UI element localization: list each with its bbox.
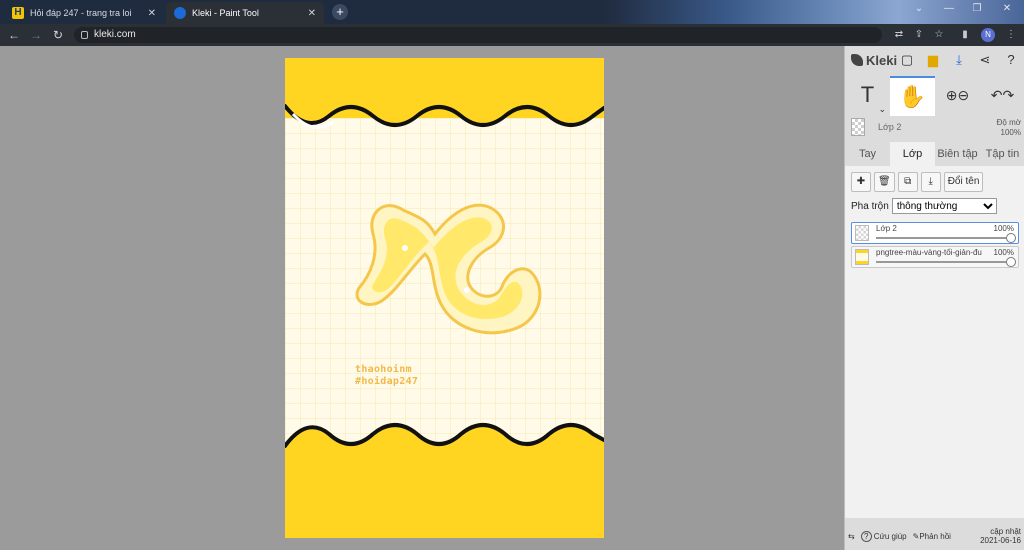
menu-dots-icon[interactable]: ⋮ bbox=[1004, 28, 1018, 42]
slider-knob[interactable] bbox=[1006, 257, 1016, 267]
drawing-workspace[interactable]: thaohoinm #hoidap247 bbox=[0, 46, 844, 550]
layer-item[interactable]: pngtree-màu-vàng-tối-giản-đu 100% bbox=[851, 246, 1019, 268]
close-tab-icon[interactable]: ✕ bbox=[148, 8, 156, 19]
browser-tab-bar: H Hỏi đáp 247 - trang tra loi ✕ Kleki - … bbox=[0, 0, 1024, 24]
help-icon[interactable]: ? bbox=[1001, 50, 1021, 70]
zoom-icon[interactable]: ⊕⊖ bbox=[935, 76, 980, 116]
letter-highlight bbox=[464, 287, 470, 293]
feedback-label: Phản hồi bbox=[919, 531, 951, 541]
layer-thumbnail bbox=[855, 225, 869, 241]
rename-layer-button[interactable]: Đổi tên bbox=[943, 172, 984, 192]
tab-edit[interactable]: Biên tập bbox=[935, 142, 980, 166]
add-layer-button[interactable]: ✚ bbox=[851, 172, 871, 192]
kleki-logo-text: Kleki bbox=[866, 52, 898, 68]
panel-footer: ⇆ ? Cứu giúp ✎ Phản hồi cập nhật 2021-06… bbox=[845, 522, 1024, 550]
panel-tabs: Tay Lớp Biên tập Tập tin bbox=[845, 142, 1024, 166]
layer-opacity-slider[interactable] bbox=[876, 261, 1006, 263]
hoidap-favicon-icon: H bbox=[12, 7, 24, 19]
text-tool-icon[interactable]: T ⌄ bbox=[845, 76, 890, 116]
kleki-favicon-icon bbox=[174, 7, 186, 19]
layer-name: Lớp 2 bbox=[876, 224, 897, 233]
layers-tab-body: ✚ 🗑 ⧉ ⤓ Đổi tên Pha trộn thông thường Lớ… bbox=[845, 166, 1024, 518]
letter-highlight bbox=[402, 245, 408, 251]
blend-label: Pha trộn bbox=[851, 200, 889, 212]
update-label: cập nhật bbox=[990, 527, 1021, 536]
hand-tool-icon[interactable]: ✋ bbox=[890, 76, 935, 116]
current-layer-name: Lớp 2 bbox=[878, 122, 902, 132]
kleki-logo[interactable]: Kleki bbox=[851, 53, 897, 68]
swap-side-button[interactable]: ⇆ bbox=[845, 532, 858, 541]
layer-opacity: 100% bbox=[993, 248, 1014, 257]
tab-brush[interactable]: Tay bbox=[845, 142, 890, 166]
new-tab-button[interactable]: + bbox=[332, 4, 348, 20]
kleki-side-panel: Kleki ▢ ▆ ⤓ ⋖ ? T ⌄ ✋ ⊕⊖ ↶↷ Lớp 2 Độ mờ 1… bbox=[844, 46, 1024, 550]
layer-name: pngtree-màu-vàng-tối-giản-đu bbox=[876, 248, 982, 257]
address-bar-row: ← → ↻ kleki.com ⇄ ⇪ ☆ ▮ N ⋮ bbox=[0, 24, 1024, 46]
duplicate-layer-button[interactable]: ⧉ bbox=[897, 172, 918, 192]
undo-redo-icon[interactable]: ↶↷ bbox=[980, 76, 1024, 116]
side-panel-icon[interactable]: ▮ bbox=[958, 28, 972, 42]
url-text: kleki.com bbox=[94, 29, 136, 40]
layer-opacity: 100% bbox=[993, 224, 1014, 233]
feedback-link[interactable]: ✎ Phản hồi bbox=[910, 532, 954, 541]
profile-avatar[interactable]: N bbox=[981, 28, 995, 42]
tool-row: T ⌄ ✋ ⊕⊖ ↶↷ bbox=[845, 76, 1024, 116]
update-date: 2021-06-16 bbox=[980, 536, 1021, 545]
browser-tab-kleki[interactable]: Kleki - Paint Tool ✕ bbox=[166, 2, 324, 24]
current-layer-header: Lớp 2 Độ mờ 100% bbox=[845, 118, 1024, 138]
tab-file[interactable]: Tập tin bbox=[980, 142, 1024, 166]
blend-mode-row: Pha trộn thông thường bbox=[851, 198, 997, 214]
tab-layers[interactable]: Lớp bbox=[890, 142, 935, 166]
close-tab-icon[interactable]: ✕ bbox=[308, 8, 316, 19]
layer-thumbnail bbox=[855, 249, 869, 265]
help-icon: ? bbox=[860, 530, 872, 542]
reload-icon[interactable]: ↻ bbox=[50, 27, 66, 43]
merge-layer-button[interactable]: ⤓ bbox=[920, 172, 941, 192]
layer-thumbnail bbox=[851, 118, 865, 136]
update-info[interactable]: cập nhật 2021-06-16 bbox=[977, 527, 1024, 545]
help-link[interactable]: ? Cứu giúp bbox=[858, 530, 910, 542]
new-image-icon[interactable]: ▢ bbox=[897, 50, 917, 70]
browser-tab-hoidap[interactable]: H Hỏi đáp 247 - trang tra loi ✕ bbox=[4, 2, 164, 24]
drawing-canvas[interactable]: thaohoinm #hoidap247 bbox=[285, 58, 604, 538]
panel-header: Kleki ▢ ▆ ⤓ ⋖ ? bbox=[845, 46, 1024, 74]
blend-mode-select[interactable]: thông thường bbox=[891, 198, 997, 214]
watermark-line1: thaohoinm bbox=[355, 364, 412, 375]
opacity-label: Độ mờ bbox=[996, 118, 1021, 127]
minimize-icon[interactable]: — bbox=[934, 0, 964, 18]
feedback-icon: ✎ bbox=[912, 531, 920, 541]
opacity-value: 100% bbox=[1000, 128, 1021, 137]
help-label: Cứu giúp bbox=[873, 531, 907, 541]
slider-knob[interactable] bbox=[1006, 233, 1016, 243]
close-window-icon[interactable]: ✕ bbox=[992, 0, 1022, 18]
share-icon[interactable]: ⇪ bbox=[912, 28, 926, 42]
tab-title: Kleki - Paint Tool bbox=[192, 8, 259, 18]
tab-title: Hỏi đáp 247 - trang tra loi bbox=[30, 8, 132, 18]
delete-layer-button[interactable]: 🗑 bbox=[874, 172, 895, 192]
share-icon[interactable]: ⋖ bbox=[975, 50, 995, 70]
artwork bbox=[285, 58, 604, 538]
watermark-line2: #hoidap247 bbox=[355, 376, 419, 387]
layer-opacity-slider[interactable] bbox=[876, 237, 1006, 239]
chevron-down-icon[interactable]: ⌄ bbox=[878, 105, 886, 114]
kleki-logo-icon bbox=[851, 54, 863, 66]
chevron-down-icon[interactable]: ⌄ bbox=[904, 0, 934, 18]
translate-icon[interactable]: ⇄ bbox=[892, 28, 906, 42]
layer-item[interactable]: Lớp 2 100% bbox=[851, 222, 1019, 244]
opacity-indicator[interactable]: Độ mờ 100% bbox=[997, 118, 1021, 138]
restore-icon[interactable]: ❐ bbox=[962, 0, 992, 18]
bookmark-star-icon[interactable]: ☆ bbox=[932, 28, 946, 42]
back-arrow-icon[interactable]: ← bbox=[6, 27, 22, 43]
open-folder-icon[interactable]: ▆ bbox=[923, 50, 943, 70]
lock-icon bbox=[81, 31, 88, 39]
url-field[interactable]: kleki.com bbox=[74, 27, 882, 43]
download-icon[interactable]: ⤓ bbox=[949, 50, 969, 70]
swap-icon: ⇆ bbox=[848, 531, 855, 541]
forward-arrow-icon[interactable]: → bbox=[28, 27, 44, 43]
